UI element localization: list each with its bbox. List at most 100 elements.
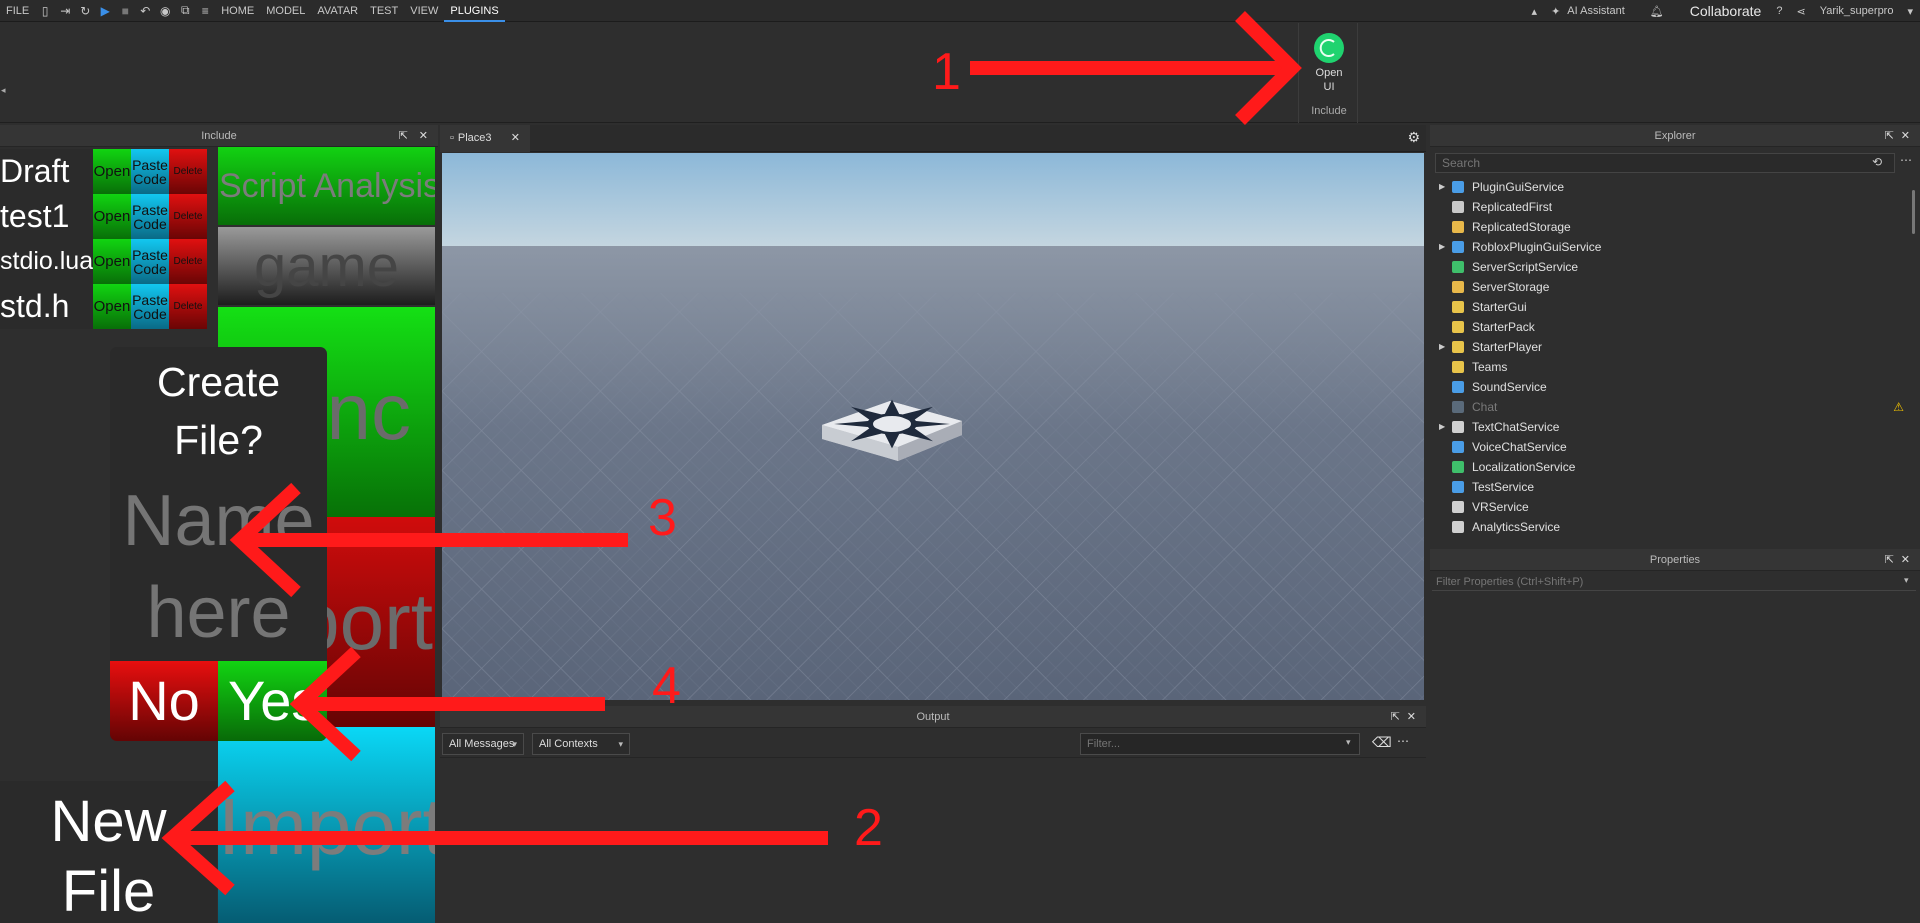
explorer-item[interactable]: ▶ RobloxPluginGuiService xyxy=(1430,237,1910,257)
undock-icon[interactable]: ⇱ xyxy=(1885,125,1894,147)
redo-icon[interactable]: ↻ xyxy=(75,0,95,22)
chevron-down-icon[interactable]: ▾ xyxy=(1346,737,1351,748)
history-icon[interactable]: ⟲ xyxy=(1872,155,1882,169)
close-icon[interactable]: ✕ xyxy=(419,125,428,147)
tab-view[interactable]: VIEW xyxy=(404,0,444,22)
settings-gear-icon[interactable]: ⚙ xyxy=(1407,129,1420,146)
expand-arrow-icon[interactable]: ▶ xyxy=(1439,237,1445,257)
overflow-icon[interactable]: ≡ xyxy=(195,0,215,22)
delete-file-button[interactable]: Delete xyxy=(169,239,207,284)
explorer-item[interactable]: ▶ TextChatService xyxy=(1430,417,1910,437)
viewport-scene xyxy=(442,153,1424,700)
explorer-item[interactable]: VRService xyxy=(1430,497,1910,517)
open-file-button[interactable]: Open xyxy=(93,149,131,194)
explorer-item[interactable]: VoiceChatService xyxy=(1430,437,1910,457)
explorer-panel-header: Explorer ⇱ ✕ xyxy=(1430,125,1920,147)
messages-filter-value: All Messages xyxy=(449,738,515,750)
paste-code-button[interactable]: Paste Code xyxy=(131,239,169,284)
explorer-item-label: TextChatService xyxy=(1472,420,1560,434)
explorer-item[interactable]: StarterPack xyxy=(1430,317,1910,337)
chevron-up-icon[interactable]: ▴ xyxy=(1525,5,1545,18)
share-icon[interactable]: ⋖ xyxy=(1789,5,1812,18)
tab-place3[interactable]: ▫ Place3 ✕ xyxy=(440,125,530,152)
explorer-item[interactable]: TestService xyxy=(1430,477,1910,497)
explorer-item[interactable]: SoundService xyxy=(1430,377,1910,397)
explorer-item[interactable]: ReplicatedFirst xyxy=(1430,197,1910,217)
explorer-item[interactable]: ServerScriptService xyxy=(1430,257,1910,277)
new-file-button[interactable]: New File xyxy=(0,781,217,923)
3d-viewport[interactable] xyxy=(442,153,1424,700)
new-file-icon[interactable]: ▯ xyxy=(35,0,55,22)
stop-icon[interactable]: ■ xyxy=(115,0,135,22)
close-icon[interactable]: ✕ xyxy=(1407,706,1416,728)
notification-bell-icon[interactable]: 🔔︎ xyxy=(1632,5,1682,18)
delete-file-button[interactable]: Delete xyxy=(169,194,207,239)
explorer-item[interactable]: LocalizationService xyxy=(1430,457,1910,477)
file-name-input[interactable] xyxy=(110,475,327,657)
ribbon-collapse-icon[interactable]: ◂ xyxy=(1,85,11,105)
clear-output-broom-icon[interactable]: ⌫ xyxy=(1372,734,1392,751)
undock-icon[interactable]: ⇱ xyxy=(399,125,408,147)
explorer-scrollbar[interactable] xyxy=(1912,190,1915,234)
menu-file[interactable]: FILE xyxy=(0,0,35,22)
file-row: stdio.lua Open Paste Code Delete xyxy=(0,239,210,284)
script-analysis-button[interactable]: Script Analysis xyxy=(218,147,435,225)
explorer-item[interactable]: Teams xyxy=(1430,357,1910,377)
tab-plugins[interactable]: PLUGINS xyxy=(444,0,505,22)
expand-arrow-icon[interactable]: ▶ xyxy=(1439,177,1445,197)
tab-home[interactable]: HOME xyxy=(215,0,260,22)
close-tab-icon[interactable]: ✕ xyxy=(511,125,520,152)
expand-arrow-icon[interactable]: ▶ xyxy=(1439,417,1445,437)
game-button[interactable]: game xyxy=(218,227,435,305)
explorer-search-input[interactable] xyxy=(1435,153,1895,173)
delete-file-button[interactable]: Delete xyxy=(169,149,207,194)
chevron-down-icon[interactable]: ▾ xyxy=(1904,575,1909,586)
username-label[interactable]: Yarik_superpro xyxy=(1813,5,1901,17)
import-button[interactable]: Import xyxy=(218,727,435,923)
messages-filter-dropdown[interactable]: All Messages ▾ xyxy=(442,733,524,755)
expand-arrow-icon[interactable]: ▶ xyxy=(1439,337,1445,357)
tab-model[interactable]: MODEL xyxy=(260,0,311,22)
explorer-item[interactable]: Chat ⚠ xyxy=(1430,397,1910,417)
open-file-button[interactable]: Open xyxy=(93,239,131,284)
play-icon[interactable]: ▶ xyxy=(95,0,115,22)
delete-file-button[interactable]: Delete xyxy=(169,284,207,329)
explorer-item[interactable]: StarterGui xyxy=(1430,297,1910,317)
paste-code-button[interactable]: Paste Code xyxy=(131,149,169,194)
contexts-filter-dropdown[interactable]: All Contexts ▾ xyxy=(532,733,630,755)
open-file-button[interactable]: Open xyxy=(93,194,131,239)
paste-code-button[interactable]: Paste Code xyxy=(131,194,169,239)
help-icon[interactable]: ? xyxy=(1769,5,1789,17)
file-name: test1 xyxy=(0,194,93,239)
undo-icon[interactable]: ↶ xyxy=(135,0,155,22)
service-icon xyxy=(1452,221,1464,233)
undock-icon[interactable]: ⇱ xyxy=(1885,549,1894,571)
file-name: std.h xyxy=(0,284,93,329)
ai-assistant-button[interactable]: AI Assistant xyxy=(1567,5,1631,17)
explorer-item[interactable]: ReplicatedStorage xyxy=(1430,217,1910,237)
properties-filter-input[interactable] xyxy=(1432,573,1916,591)
collaborate-button[interactable]: Collaborate xyxy=(1682,3,1770,19)
dialog-yes-button[interactable]: Yes xyxy=(218,661,327,741)
import-icon[interactable]: ⇥ xyxy=(55,0,75,22)
tab-avatar[interactable]: AVATAR xyxy=(311,0,364,22)
undock-icon[interactable]: ⇱ xyxy=(1391,706,1400,728)
open-ui-button[interactable]: Open UI xyxy=(1309,33,1349,99)
paste-code-button[interactable]: Paste Code xyxy=(131,284,169,329)
layout-icon[interactable]: ⧉ xyxy=(175,0,195,22)
explorer-item[interactable]: ▶ PluginGuiService xyxy=(1430,177,1910,197)
open-file-button[interactable]: Open xyxy=(93,284,131,329)
output-filter-input[interactable] xyxy=(1080,733,1360,755)
dialog-no-button[interactable]: No xyxy=(110,661,218,741)
explorer-item[interactable]: AnalyticsService xyxy=(1430,517,1910,537)
close-icon[interactable]: ✕ xyxy=(1901,125,1910,147)
explorer-item[interactable]: ▶ StarterPlayer xyxy=(1430,337,1910,357)
more-options-icon[interactable]: ⋯ xyxy=(1900,153,1912,167)
tab-test[interactable]: TEST xyxy=(364,0,404,22)
explorer-item[interactable]: ServerStorage xyxy=(1430,277,1910,297)
more-options-icon[interactable]: ⋯ xyxy=(1397,734,1409,748)
eye-icon[interactable]: ◉ xyxy=(155,0,175,22)
chevron-down-icon[interactable]: ▾ xyxy=(1900,5,1920,18)
close-icon[interactable]: ✕ xyxy=(1901,549,1910,571)
service-icon xyxy=(1452,381,1464,393)
